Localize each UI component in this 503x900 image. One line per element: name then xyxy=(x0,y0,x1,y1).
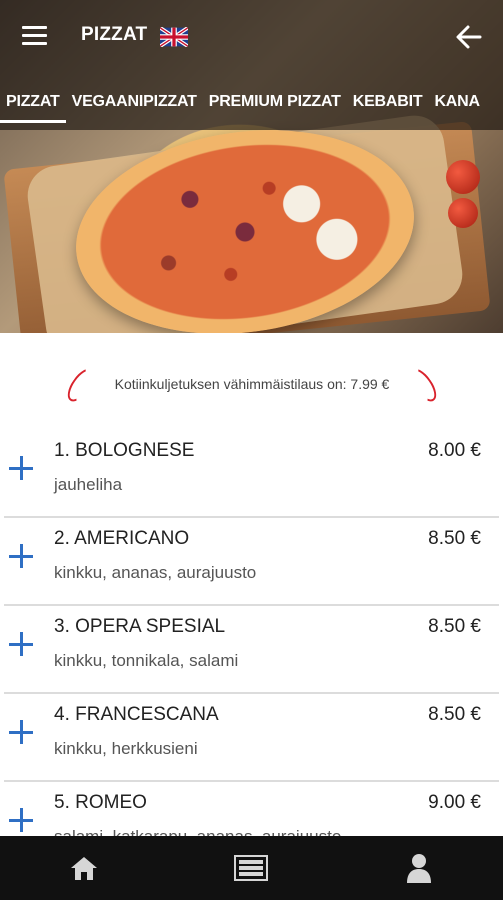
page-title: PIZZAT xyxy=(81,24,148,45)
item-price: 9.00 € xyxy=(428,792,481,813)
add-item-icon[interactable] xyxy=(9,632,35,658)
item-price: 8.50 € xyxy=(428,528,481,549)
menu-list-icon[interactable] xyxy=(221,848,281,888)
item-name: 4. FRANCESCANA xyxy=(54,704,219,725)
list-item: 2. AMERICANO kinkku, ananas, aurajuusto … xyxy=(4,518,499,606)
hamburger-menu-icon[interactable] xyxy=(22,26,47,46)
add-item-icon[interactable] xyxy=(9,808,35,834)
item-name: 2. AMERICANO xyxy=(54,528,190,549)
item-name: 3. OPERA SPESIAL xyxy=(54,616,226,637)
bottom-navigation xyxy=(0,836,503,900)
item-description: kinkku, herkkusieni xyxy=(54,739,198,758)
uk-flag-icon[interactable] xyxy=(160,27,188,47)
item-description: kinkku, ananas, aurajuusto xyxy=(54,563,257,582)
home-icon[interactable] xyxy=(54,848,114,888)
item-name: 1. BOLOGNESE xyxy=(54,440,195,461)
tab-premium-pizzat[interactable]: PREMIUM PIZZAT xyxy=(203,87,347,123)
tab-pizzat[interactable]: PIZZAT xyxy=(0,87,66,123)
list-item: 3. OPERA SPESIAL kinkku, tonnikala, sala… xyxy=(4,606,499,694)
item-description: kinkku, tonnikala, salami xyxy=(54,651,239,670)
user-icon[interactable] xyxy=(389,848,449,888)
item-description: jauheliha xyxy=(54,475,123,494)
app-bar: PIZZAT xyxy=(0,0,503,76)
min-order-notice: Kotiinkuljetuksen vähimmäistilaus on: 7.… xyxy=(72,366,432,402)
item-price: 8.50 € xyxy=(428,704,481,725)
add-item-icon[interactable] xyxy=(9,456,35,482)
item-name: 5. ROMEO xyxy=(54,792,147,813)
list-item: 4. FRANCESCANA kinkku, herkkusieni 8.50 … xyxy=(4,694,499,782)
list-item: 1. BOLOGNESE jauheliha 8.00 € xyxy=(4,430,499,518)
item-price: 8.00 € xyxy=(428,440,481,461)
category-tabs: PIZZAT VEGAANIPIZZAT PREMIUM PIZZAT KEBA… xyxy=(0,87,503,123)
item-price: 8.50 € xyxy=(428,616,481,637)
arrow-left-icon[interactable] xyxy=(455,24,483,50)
tab-vegaanipizzat[interactable]: VEGAANIPIZZAT xyxy=(66,87,203,123)
add-item-icon[interactable] xyxy=(9,720,35,746)
tab-kana[interactable]: KANA xyxy=(428,87,485,123)
add-item-icon[interactable] xyxy=(9,544,35,570)
tab-kebabit[interactable]: KEBABIT xyxy=(347,87,429,123)
menu-list: 1. BOLOGNESE jauheliha 8.00 € 2. AMERICA… xyxy=(0,430,503,870)
